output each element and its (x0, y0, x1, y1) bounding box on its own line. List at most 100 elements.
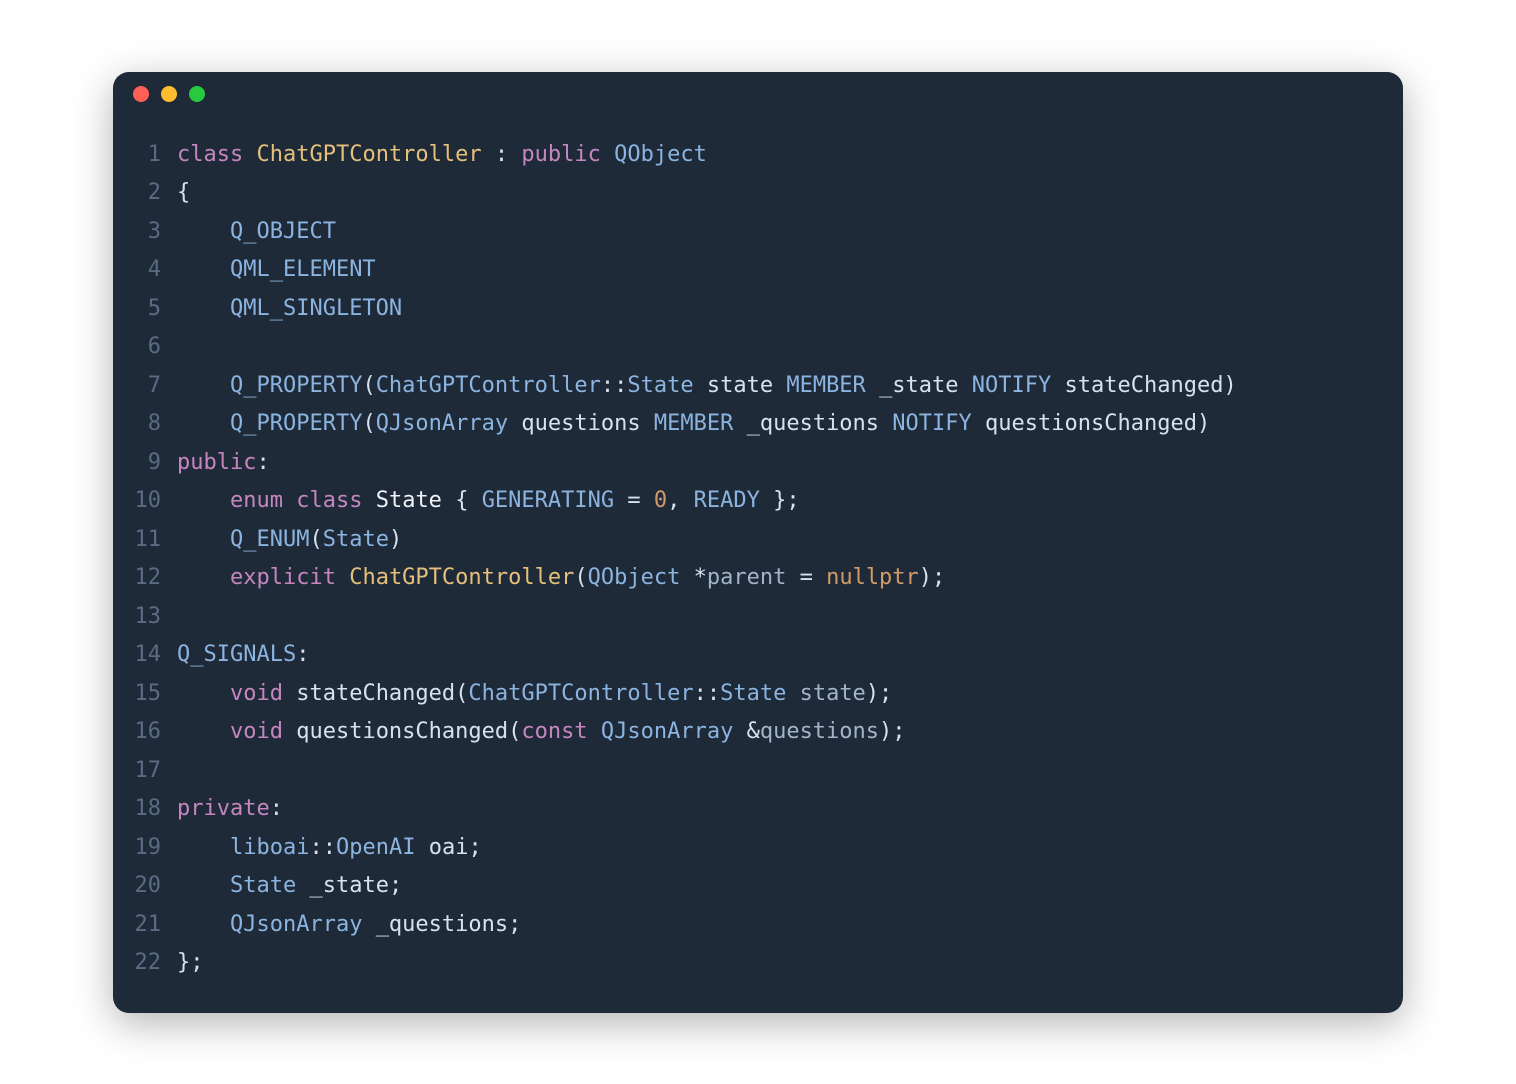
code-line: 17 (133, 752, 1373, 791)
line-number: 18 (133, 790, 177, 829)
token-plain (296, 873, 309, 898)
token-white: State (376, 488, 442, 513)
token-punct: ; (468, 835, 481, 860)
token-plain (680, 488, 693, 513)
token-type: liboai (230, 835, 309, 860)
token-plain (972, 411, 985, 436)
code-line: 15 void stateChanged(ChatGPTController::… (133, 675, 1373, 714)
code-content: private: (177, 790, 283, 829)
token-macro: Q_PROPERTY (230, 411, 362, 436)
line-number: 21 (133, 906, 177, 945)
token-keyword: class (177, 142, 243, 167)
line-number: 15 (133, 675, 177, 714)
token-func: questionsChanged (296, 719, 508, 744)
line-number: 20 (133, 867, 177, 906)
line-number: 2 (133, 174, 177, 213)
close-icon[interactable] (133, 86, 149, 102)
token-type: QJsonArray (230, 912, 362, 937)
token-plain (641, 488, 654, 513)
token-type: State (627, 373, 693, 398)
code-line: 5 QML_SINGLETON (133, 290, 1373, 329)
token-punct: ) (1223, 373, 1236, 398)
code-window: 1class ChatGPTController : public QObjec… (113, 72, 1403, 1013)
token-punct: ( (309, 527, 322, 552)
code-line: 22}; (133, 944, 1373, 983)
token-keyword: enum (230, 488, 283, 513)
token-keyword: const (521, 719, 587, 744)
token-number: 0 (654, 488, 667, 513)
code-line: 13 (133, 598, 1373, 637)
line-number: 9 (133, 444, 177, 483)
line-number: 16 (133, 713, 177, 752)
token-punct: ); (879, 719, 906, 744)
token-plain (283, 488, 296, 513)
token-plain (177, 334, 190, 359)
code-content: liboai::OpenAI oai; (177, 829, 482, 868)
code-line: 14Q_SIGNALS: (133, 636, 1373, 675)
code-content (177, 598, 190, 637)
token-plain (177, 681, 230, 706)
token-macro: NOTIFY (892, 411, 971, 436)
token-plain (177, 373, 230, 398)
token-ident: questions (521, 411, 640, 436)
code-line: 19 liboai::OpenAI oai; (133, 829, 1373, 868)
token-plain (959, 373, 972, 398)
code-line: 21 QJsonArray _questions; (133, 906, 1373, 945)
token-plain (588, 719, 601, 744)
token-plain (641, 411, 654, 436)
token-plain (773, 373, 786, 398)
code-editor[interactable]: 1class ChatGPTController : public QObjec… (113, 116, 1403, 1013)
token-plain (177, 257, 230, 282)
token-type: QObject (614, 142, 707, 167)
token-typedef: ChatGPTController (349, 565, 574, 590)
token-type: State (720, 681, 786, 706)
code-content: class ChatGPTController : public QObject (177, 136, 707, 175)
token-plain (177, 565, 230, 590)
line-number: 5 (133, 290, 177, 329)
token-plain (415, 835, 428, 860)
line-number: 6 (133, 328, 177, 367)
line-number: 8 (133, 405, 177, 444)
window-titlebar (113, 72, 1403, 116)
token-plain (614, 488, 627, 513)
code-content: Q_ENUM(State) (177, 521, 402, 560)
token-punct: ( (362, 373, 375, 398)
token-punct: ( (362, 411, 375, 436)
token-punct: : (270, 796, 283, 821)
token-plain (177, 758, 190, 783)
code-content: void questionsChanged(const QJsonArray &… (177, 713, 906, 752)
token-plain (177, 873, 230, 898)
token-punct: ) (389, 527, 402, 552)
token-keyword: public (521, 142, 600, 167)
token-plain (177, 527, 230, 552)
code-line: 12 explicit ChatGPTController(QObject *p… (133, 559, 1373, 598)
token-macro: MEMBER (786, 373, 865, 398)
token-plain (177, 488, 230, 513)
token-keyword: private (177, 796, 270, 821)
token-punct: ); (866, 681, 893, 706)
line-number: 10 (133, 482, 177, 521)
token-plain (786, 565, 799, 590)
maximize-icon[interactable] (189, 86, 205, 102)
token-enumval: GENERATING (482, 488, 614, 513)
token-type: ChatGPTController (376, 373, 601, 398)
token-plain (177, 411, 230, 436)
token-plain (813, 565, 826, 590)
token-ident: state (707, 373, 773, 398)
line-number: 22 (133, 944, 177, 983)
token-macro: Q_SIGNALS (177, 642, 296, 667)
token-plain (508, 411, 521, 436)
token-macro: Q_OBJECT (230, 219, 336, 244)
token-keyword: public (177, 450, 256, 475)
code-content: QML_ELEMENT (177, 251, 376, 290)
token-plain (177, 912, 230, 937)
code-line: 16 void questionsChanged(const QJsonArra… (133, 713, 1373, 752)
token-type: QJsonArray (601, 719, 733, 744)
minimize-icon[interactable] (161, 86, 177, 102)
code-content: { (177, 174, 190, 213)
token-keyword: void (230, 719, 283, 744)
token-punct: }; (177, 950, 204, 975)
token-punct: :: (601, 373, 628, 398)
token-plain (1051, 373, 1064, 398)
code-content: }; (177, 944, 204, 983)
